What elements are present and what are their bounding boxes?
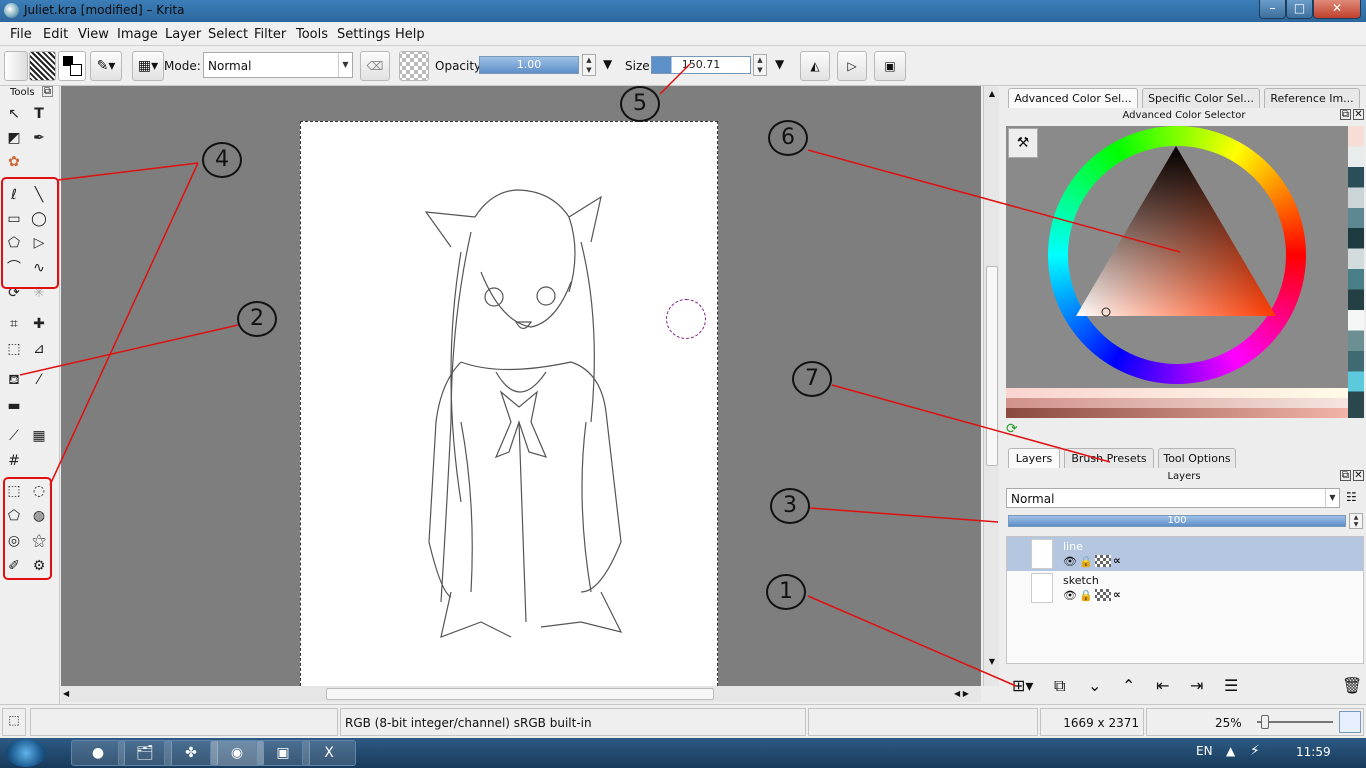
- annotation-marker: 5: [620, 86, 660, 122]
- annotation-marker: 4: [202, 142, 242, 178]
- annotation-lines: [19, 63, 1181, 687]
- annotation-marker: 3: [770, 488, 810, 524]
- annotation-marker: 2: [237, 301, 277, 337]
- annotation-marker: 6: [768, 120, 808, 156]
- annotation-marker: 1: [766, 574, 806, 610]
- annotation-marker: 7: [792, 361, 832, 397]
